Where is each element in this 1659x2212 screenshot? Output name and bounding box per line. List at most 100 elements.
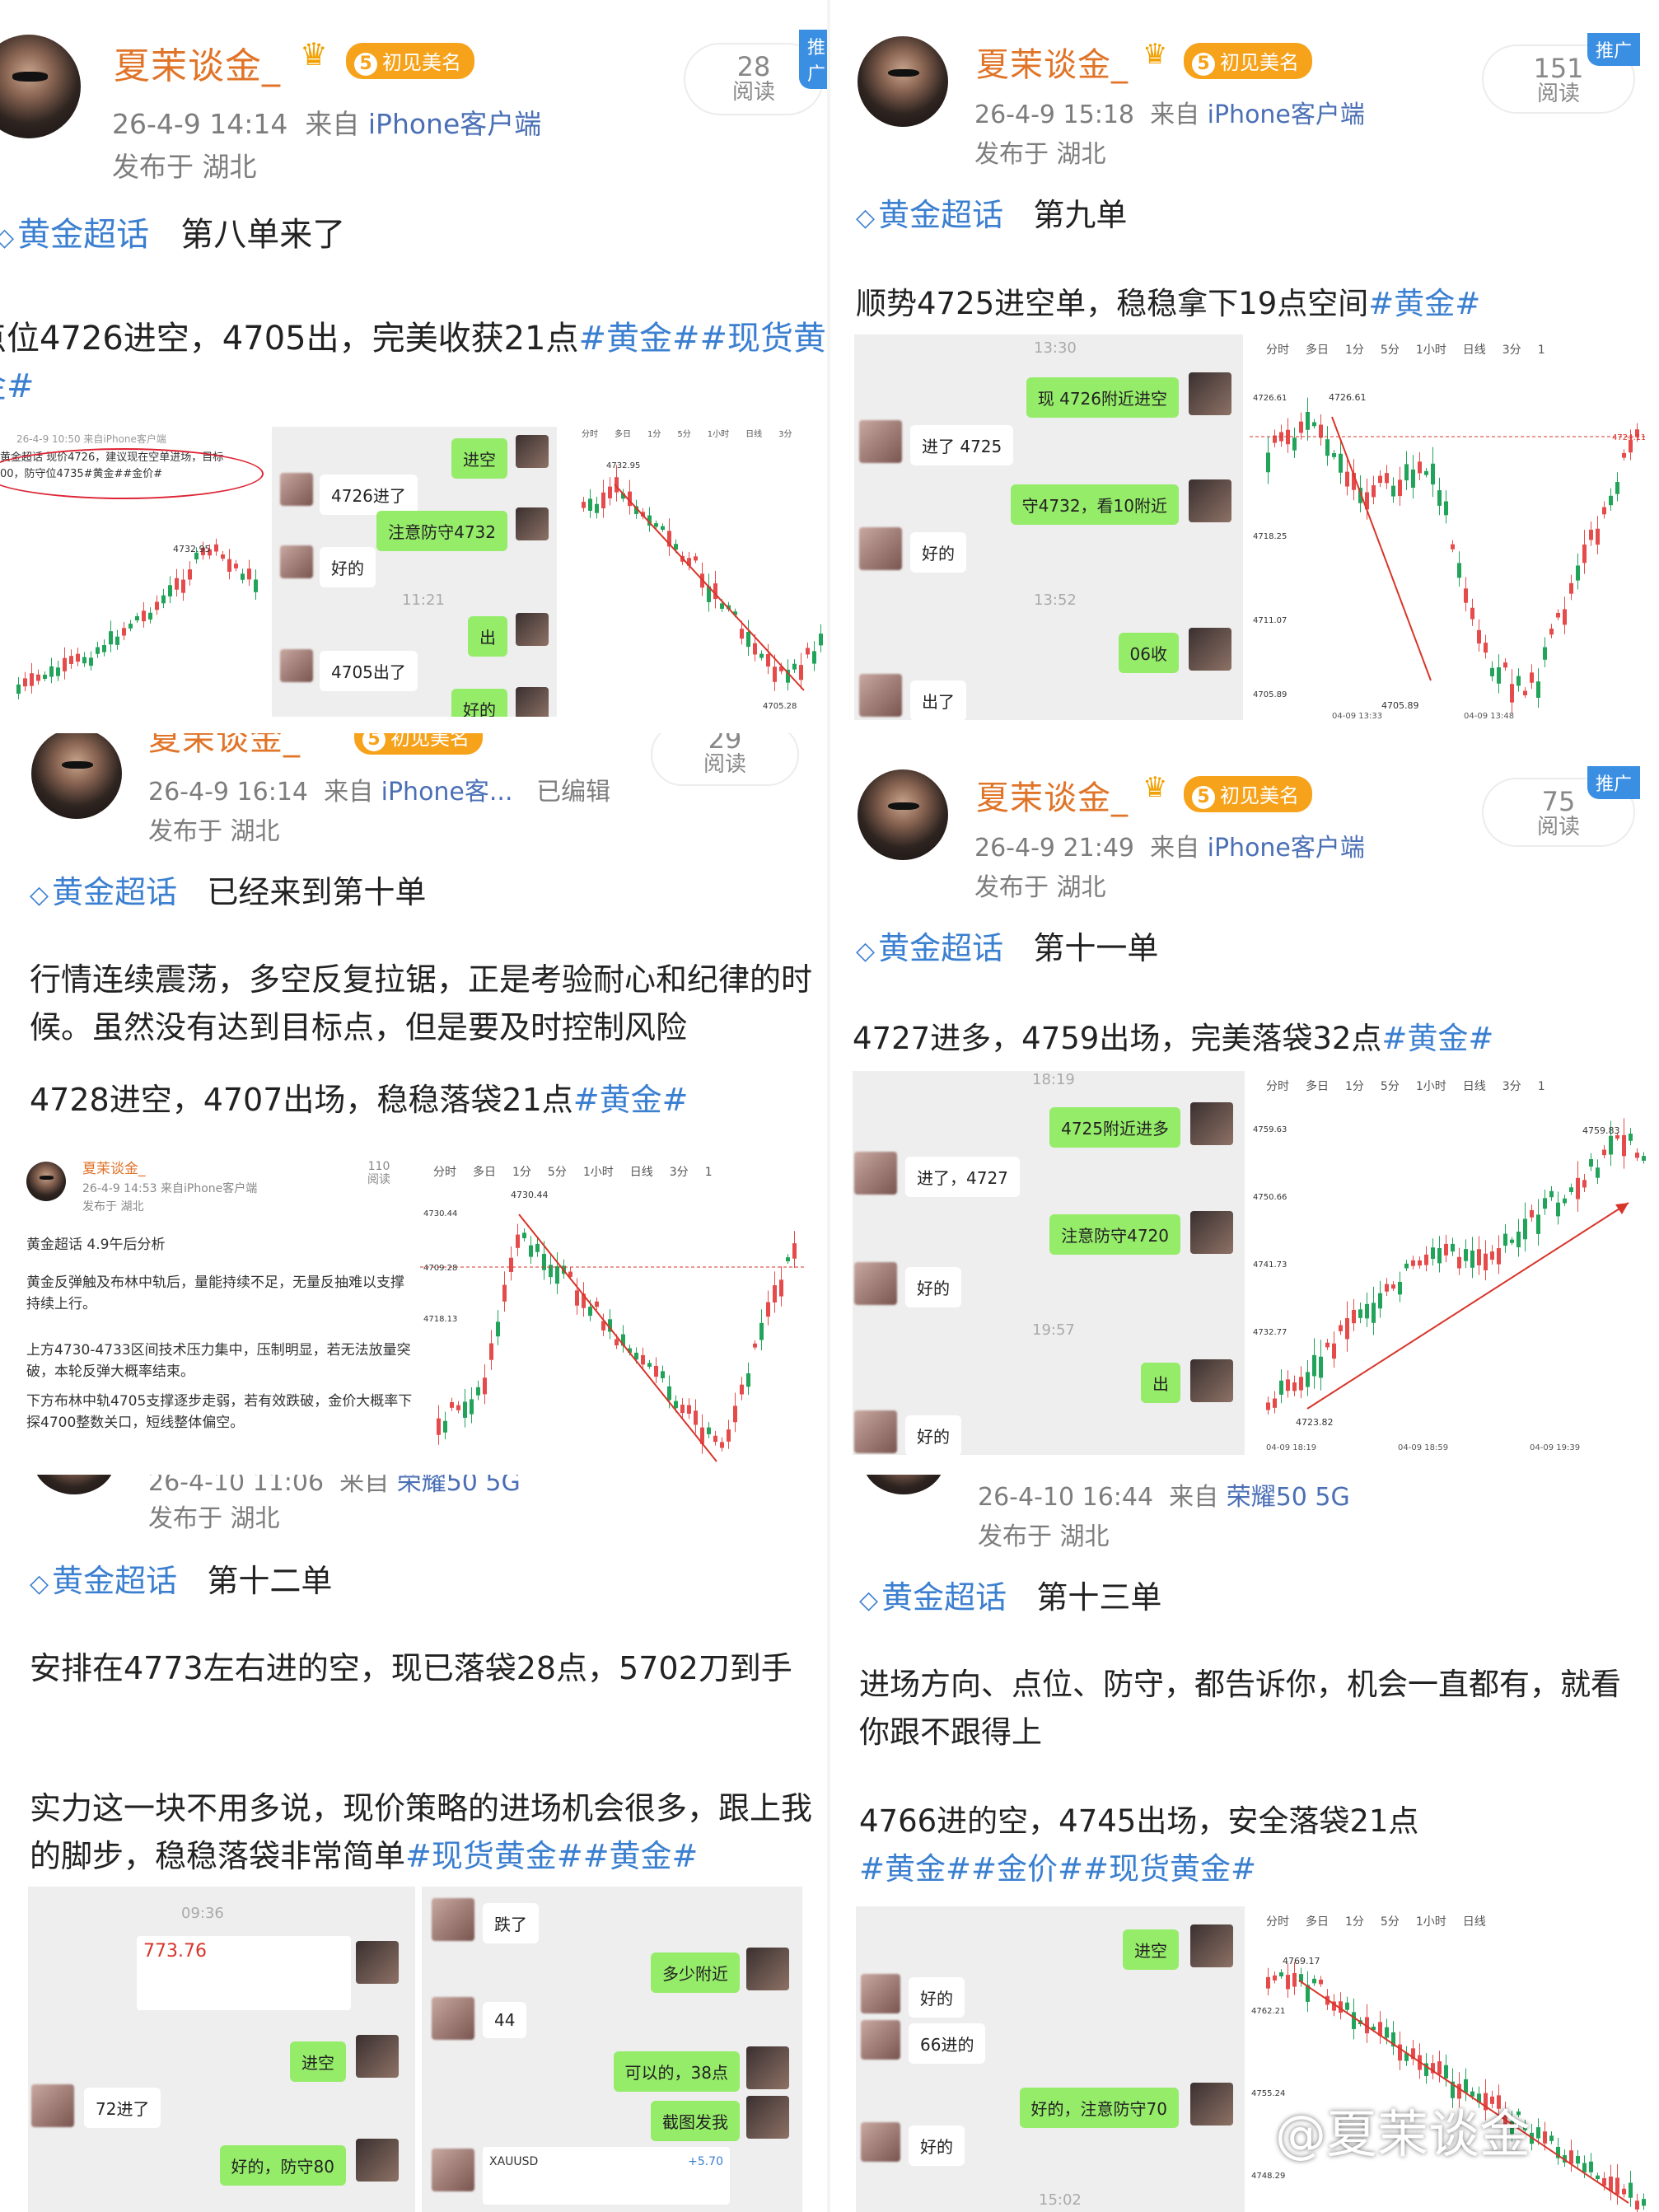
username[interactable]: 夏茉谈金_ bbox=[976, 38, 1129, 86]
chat-time: 09:36 bbox=[181, 1905, 224, 1922]
candle bbox=[1635, 2200, 1639, 2210]
candle bbox=[1576, 1177, 1580, 1200]
chat-avatar bbox=[280, 473, 313, 506]
candle bbox=[740, 629, 744, 639]
chart-tabs[interactable]: 分时 多日 1分 5分 1小时 日线 3分 1 bbox=[420, 1157, 804, 1181]
chart-tabs[interactable]: 分时 多日 1分 5分 1小时 日线 3分 1 bbox=[1250, 334, 1645, 359]
chat-bubble: 现 4726附近进空 bbox=[1026, 377, 1179, 418]
chat-bubble: 注意防守4720 bbox=[1049, 1214, 1180, 1255]
hashtag-link[interactable]: #黄金##金价##现货黄金# bbox=[859, 1851, 1256, 1887]
member-badge: 5 初见美名 bbox=[1184, 43, 1312, 79]
candle bbox=[1582, 2163, 1587, 2172]
y-axis-label: 4726.61 bbox=[1253, 394, 1287, 403]
candle bbox=[1642, 1156, 1646, 1161]
mini-peak-label: 4732.95 bbox=[173, 544, 211, 554]
post-body: 4728进空，4707出场，稳稳落袋21点#黄金# bbox=[30, 1082, 689, 1118]
topic-link[interactable]: ◇ 黄金超话 bbox=[856, 197, 1003, 233]
member-badge: 5 初见美名 bbox=[1184, 776, 1312, 812]
avatar[interactable] bbox=[31, 733, 122, 819]
chat-time: 11:21 bbox=[402, 592, 445, 609]
avatar[interactable] bbox=[33, 1475, 115, 1494]
kline-chart: 分时 多日 1分 5分 1小时 日线 3分 1 4730.44 4709.28 4718.13… bbox=[420, 1157, 804, 1475]
kline-chart: 分时 多日 1分 5分 1小时 日线 3分 4732.95 4705.28 bbox=[565, 427, 830, 717]
candle bbox=[214, 544, 218, 552]
candle bbox=[1556, 1202, 1560, 1217]
chat-bubble: 守4732，看10附近 bbox=[1010, 484, 1179, 525]
divider bbox=[827, 0, 830, 2212]
username[interactable]: 夏茉谈金_ bbox=[148, 733, 301, 760]
chart-tabs[interactable]: 分时 多日 1分 5分 1小时 日线 bbox=[1250, 1906, 1652, 1931]
candle bbox=[1319, 1356, 1323, 1378]
candle bbox=[1437, 2061, 1442, 2075]
diamond-icon: ◇ bbox=[0, 223, 15, 252]
candle bbox=[1477, 1249, 1481, 1265]
chat-avatar bbox=[859, 420, 902, 463]
screenshot-analysis-post: 夏茉谈金_ 26-4-9 14:53 来自iPhone客户端 发布于 湖北 11… bbox=[21, 1157, 417, 1475]
candle bbox=[1437, 490, 1442, 506]
chat-avatar bbox=[516, 613, 549, 646]
candle bbox=[1266, 1402, 1270, 1410]
chat-bubble: 好的 bbox=[910, 532, 966, 573]
chart-tabs[interactable]: 分时 多日 1分 5分 1小时 日线 3分 bbox=[565, 427, 830, 451]
candle bbox=[654, 523, 658, 527]
hashtag-link[interactable]: #现货黄金##黄金# bbox=[405, 1838, 698, 1874]
avatar[interactable] bbox=[858, 769, 948, 860]
candle bbox=[1279, 1380, 1283, 1395]
candle bbox=[1457, 1256, 1461, 1269]
chart-tabs[interactable]: 分时 多日 1分 5分 1小时 日线 3分 1 bbox=[1250, 1071, 1648, 1096]
avatar[interactable] bbox=[862, 1475, 945, 1494]
topic-link[interactable]: ◇ 黄金超话 bbox=[30, 1563, 177, 1599]
candle bbox=[1464, 2079, 1468, 2093]
candle bbox=[1556, 612, 1560, 618]
candle bbox=[1345, 1318, 1349, 1340]
candle bbox=[1391, 485, 1395, 497]
candle bbox=[1444, 1243, 1448, 1256]
chat-avatar bbox=[516, 687, 549, 717]
avatar[interactable] bbox=[858, 36, 948, 127]
chat-avatar bbox=[1190, 1359, 1233, 1402]
chat-bubble: 好的 bbox=[905, 1415, 961, 1455]
chat-bubble: 4705出了 bbox=[320, 651, 418, 691]
candle bbox=[1582, 544, 1587, 564]
candle bbox=[102, 645, 106, 652]
chat-bubble: 06收 bbox=[1118, 633, 1179, 673]
candle bbox=[582, 502, 586, 508]
topic-link[interactable]: ◇ 黄金超话 bbox=[859, 1579, 1007, 1616]
chat-bubble: 好的 bbox=[909, 2125, 965, 2166]
candle bbox=[1536, 2127, 1540, 2139]
candle bbox=[1451, 544, 1455, 549]
candle bbox=[148, 612, 152, 620]
username[interactable]: 夏茉谈金_ bbox=[114, 36, 281, 89]
candle bbox=[1642, 2199, 1646, 2206]
candle bbox=[1635, 1153, 1639, 1158]
chat-avatar bbox=[1189, 628, 1231, 671]
screenshot-analysis: 26-4-9 10:50 来自iPhone客户端 黄金超话 现价4726，建议现… bbox=[0, 423, 265, 717]
hashtag-link[interactable]: #黄金# bbox=[1368, 286, 1480, 321]
candle bbox=[522, 1232, 526, 1238]
hashtag-link[interactable]: #黄金# bbox=[1381, 1021, 1493, 1056]
hashtag-link[interactable]: #黄金# bbox=[573, 1082, 689, 1118]
candle bbox=[1490, 1251, 1494, 1260]
post-order-12: 26-4-10 11:06 来自 荣耀50 5G 发布于 湖北 ◇ 黄金超话 第十… bbox=[0, 1475, 824, 2212]
candle bbox=[1484, 1253, 1488, 1270]
username[interactable]: 夏茉谈金_ bbox=[976, 771, 1129, 819]
candle bbox=[727, 1429, 731, 1442]
y-axis-label: 4730.44 bbox=[423, 1209, 457, 1218]
avatar[interactable] bbox=[0, 35, 81, 138]
topic-link[interactable]: ◇ 黄金超话 bbox=[30, 874, 177, 910]
y-axis-label: 4741.73 bbox=[1253, 1260, 1287, 1270]
candle bbox=[1444, 501, 1448, 516]
topic-link[interactable]: ◇ 黄金超话 bbox=[0, 216, 149, 254]
chat-time: 13:52 bbox=[1034, 592, 1077, 609]
chat-screenshot: 进空 4726进了 注意防守4732 好的 11:21 出 4705出了 好的 bbox=[272, 427, 557, 717]
candle bbox=[1596, 2175, 1600, 2179]
chat-avatar bbox=[356, 2035, 399, 2078]
candle bbox=[1543, 1198, 1547, 1209]
candle bbox=[641, 1354, 645, 1365]
candle bbox=[746, 1373, 750, 1387]
topic-link[interactable]: ◇ 黄金超话 bbox=[856, 930, 1003, 966]
candle bbox=[142, 610, 146, 622]
member-badge: 5 初见美名 bbox=[354, 733, 483, 755]
candle bbox=[247, 568, 251, 580]
candle bbox=[720, 1442, 724, 1448]
